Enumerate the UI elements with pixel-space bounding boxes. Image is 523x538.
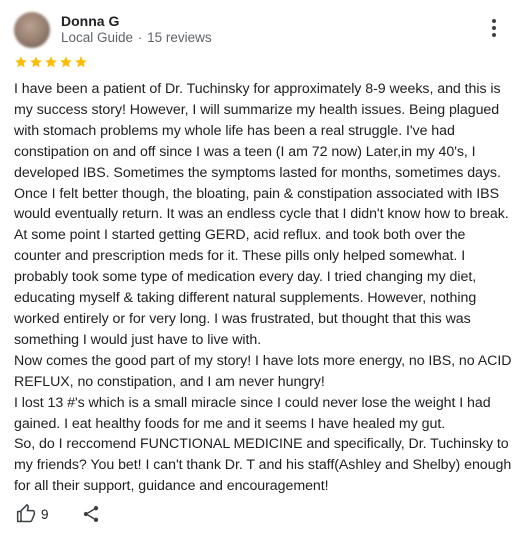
star-icon	[30, 56, 42, 68]
avatar[interactable]	[14, 12, 50, 48]
local-guide-badge: Local Guide	[61, 30, 134, 45]
reviewer-name[interactable]: Donna G	[61, 12, 119, 30]
review-paragraph: Now comes the good part of my story! I h…	[14, 352, 512, 390]
share-button[interactable]	[80, 503, 102, 525]
star-icon	[60, 56, 72, 68]
review-text: I have been a patient of Dr. Tuchinsky f…	[14, 79, 514, 497]
review-card: Donna G Local Guide · 15 reviews I have …	[0, 0, 523, 538]
like-button[interactable]: 9	[16, 503, 49, 525]
reviewer-meta: Local Guide · 15 reviews	[61, 29, 212, 47]
review-paragraph: I lost 13 #'s which is a small miracle s…	[14, 394, 491, 432]
more-options-button[interactable]	[484, 16, 504, 40]
reviews-count: 15 reviews	[147, 30, 212, 45]
review-paragraph: So, do I reccomend FUNCTIONAL MEDICINE a…	[14, 436, 512, 495]
star-icon	[45, 56, 57, 68]
meta-separator: ·	[137, 30, 143, 45]
star-icon	[15, 56, 27, 68]
more-vert-icon	[492, 19, 496, 37]
share-icon	[83, 506, 99, 522]
star-icon	[75, 56, 87, 68]
thumbs-up-icon	[16, 504, 36, 523]
star-rating	[14, 55, 88, 73]
like-count: 9	[41, 506, 49, 522]
review-paragraph: I have been a patient of Dr. Tuchinsky f…	[14, 81, 509, 348]
